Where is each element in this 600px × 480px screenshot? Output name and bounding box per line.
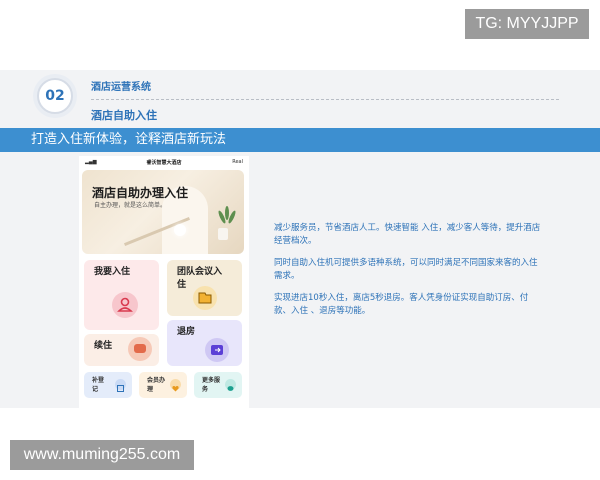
status-right: Real (232, 159, 243, 165)
phone-mockup: ▂▄▆ 睿沃智慧大酒店 Real 酒店自助办理入住 自主办理，就是这么简单。 我… (79, 156, 249, 408)
section-subtitle: 酒店自助入住 (91, 109, 157, 122)
card-icon (205, 338, 229, 362)
card-icon-glyph (211, 345, 223, 355)
more-services-tile[interactable]: 更多服务 (194, 372, 242, 398)
membership-label: 会员办理 (147, 377, 166, 393)
group-checkin-tile[interactable]: 团队会议入住 (167, 260, 242, 316)
tg-watermark: TG: MYYJJPP (465, 9, 589, 39)
site-watermark: www.muming255.com (10, 440, 194, 470)
message-icon (225, 379, 236, 391)
folder-icon (193, 286, 217, 310)
user-icon (112, 292, 138, 318)
extend-stay-tile[interactable]: 续住 (84, 334, 159, 366)
hero-banner: 酒店自助办理入住 自主办理，就是这么简单。 (82, 170, 244, 254)
checkout-tile[interactable]: 退房 (167, 320, 242, 366)
heart-icon-glyph (172, 386, 179, 392)
section-title: 酒店运营系统 (91, 82, 151, 93)
banner: 打造入住新体验，诠释酒店新玩法 (0, 128, 600, 152)
folder-icon-glyph (198, 292, 212, 304)
description-paragraph: 同时自助入住机可提供多语种系统，可以同时满足不同国家来客的入住需求。 (274, 258, 538, 281)
heart-icon (170, 379, 181, 392)
plant-pot-icon (218, 228, 228, 240)
chat-icon (128, 337, 152, 361)
description-paragraph: 实现进店10秒入住，离店5秒退房。客人凭身份证实现自助订房、付款、入住 、退房等… (274, 293, 529, 316)
chat-icon-glyph (134, 344, 146, 353)
more-services-label: 更多服务 (202, 377, 221, 393)
section-number: 02 (37, 78, 73, 114)
lamp-icon (174, 224, 186, 236)
membership-tile[interactable]: 会员办理 (139, 372, 187, 398)
scan-icon-glyph (117, 385, 124, 392)
scan-icon (115, 379, 126, 392)
hero-title: 酒店自助办理入住 (92, 186, 189, 200)
checkout-tile-label: 退房 (177, 327, 196, 337)
hero-subtitle: 自主办理，就是这么简单。 (94, 202, 167, 209)
user-icon-glyph (117, 297, 133, 312)
re-register-tile[interactable]: 补登记 (84, 372, 132, 398)
slide: 02 酒店运营系统 酒店自助入住 打造入住新体验，诠释酒店新玩法 ▂▄▆ 睿沃智… (0, 70, 600, 408)
section-divider (91, 99, 559, 100)
description-paragraph: 减少服务员，节省酒店人工。快速智能 入住，减少客人等待，提升酒店经营档次。 (274, 223, 541, 246)
checkin-tile[interactable]: 我要入住 (84, 260, 159, 330)
extend-stay-tile-label: 续住 (94, 341, 113, 351)
checkin-tile-label: 我要入住 (94, 267, 131, 277)
message-icon-glyph (227, 386, 234, 391)
banner-text: 打造入住新体验，诠释酒店新玩法 (31, 132, 227, 147)
re-register-label: 补登记 (92, 377, 105, 393)
app-title: 睿沃智慧大酒店 (146, 160, 182, 166)
